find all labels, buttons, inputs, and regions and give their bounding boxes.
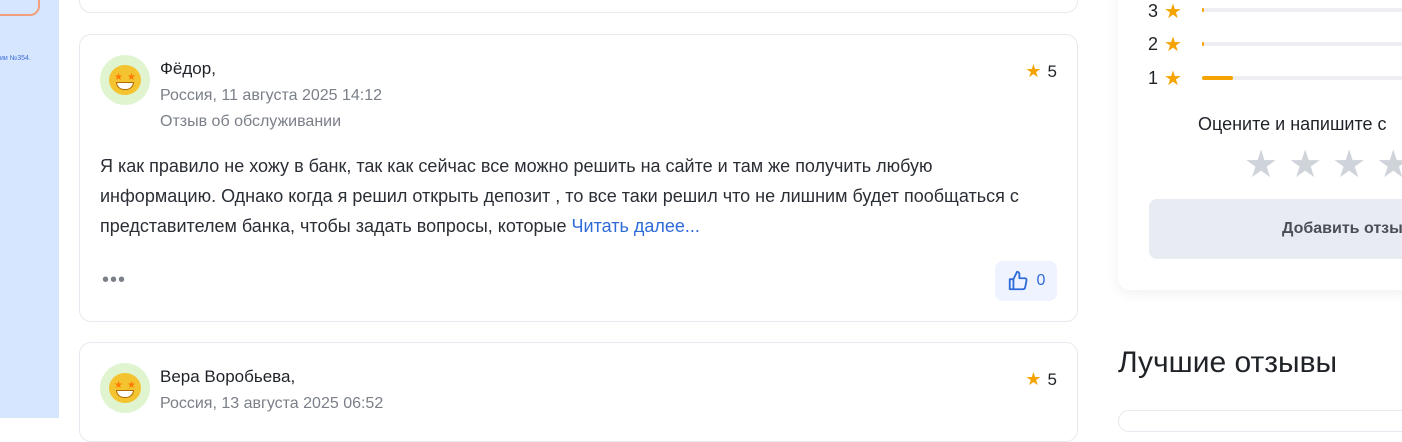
- left-strip-text: ии №354.: [0, 55, 31, 62]
- review-text: Я как правило не хожу в банк, так как се…: [100, 151, 1050, 241]
- rate-prompt: Оцените и напишите с: [1198, 114, 1387, 134]
- rating-bar-fill: [1202, 8, 1204, 12]
- rating-bar: [1202, 76, 1402, 80]
- left-strip: ии №354.: [0, 0, 59, 418]
- rate-star-3[interactable]: ★: [1332, 146, 1366, 184]
- rating-widget: 3 ★ 2 ★ 1 ★ Оцените и напишите с ★ ★ ★ ★…: [1118, 0, 1402, 290]
- star-icon: ★: [1025, 61, 1042, 81]
- rate-star-4[interactable]: ★: [1376, 146, 1402, 184]
- star-struck-emoji-icon: ★ ★: [109, 373, 141, 403]
- decorative-shape: [0, 0, 40, 16]
- like-button[interactable]: 0: [995, 261, 1057, 301]
- star-icon: ★: [1164, 0, 1182, 23]
- rate-stars: ★ ★ ★ ★: [1244, 146, 1402, 184]
- rating-bar-fill: [1202, 42, 1204, 46]
- rating-row-label: 3: [1148, 0, 1159, 21]
- avatar: ★ ★: [100, 55, 150, 105]
- avatar: ★ ★: [100, 363, 150, 413]
- rate-star-1[interactable]: ★: [1244, 146, 1278, 184]
- read-more-link[interactable]: Читать далее...: [572, 216, 700, 236]
- rating-row-label: 1: [1148, 67, 1159, 88]
- rating-row-label: 2: [1148, 33, 1159, 54]
- star-icon: ★: [1164, 33, 1182, 56]
- thumb-up-icon: [1008, 270, 1028, 291]
- reviewer-name[interactable]: Фёдор,: [160, 59, 216, 79]
- rating-bar: [1202, 42, 1402, 46]
- review-rating: ★ 5: [1025, 369, 1057, 390]
- rating-bar: [1202, 8, 1402, 12]
- rating-row-3: 3 ★: [1148, 0, 1182, 23]
- rating-bar-fill: [1202, 76, 1233, 80]
- more-dots-icon[interactable]: •••: [102, 270, 126, 290]
- rating-row-2: 2 ★: [1148, 33, 1182, 56]
- review-card: ★ ★ Фёдор, Россия, 11 августа 2025 14:12 …: [79, 34, 1078, 322]
- rate-star-2[interactable]: ★: [1288, 146, 1322, 184]
- star-icon: ★: [1164, 67, 1182, 90]
- best-review-card: [1118, 410, 1402, 432]
- reviewer-name[interactable]: Вера Воробьева,: [160, 367, 295, 387]
- review-card: ★ ★ Вера Воробьева, Россия, 13 августа 20…: [79, 342, 1078, 442]
- star-icon: ★: [1025, 369, 1042, 389]
- rating-value: 5: [1047, 369, 1057, 389]
- review-type: Отзыв об обслуживании: [160, 113, 342, 130]
- review-text-content: Я как правило не хожу в банк, так как се…: [100, 156, 1019, 236]
- rating-row-1: 1 ★: [1148, 67, 1182, 90]
- best-reviews-title: Лучшие отзывы: [1118, 346, 1338, 379]
- review-rating: ★ 5: [1025, 61, 1057, 82]
- review-card-previous: [79, 0, 1078, 13]
- review-meta: Россия, 13 августа 2025 06:52: [160, 395, 384, 412]
- add-review-button[interactable]: Добавить отзы: [1149, 199, 1402, 259]
- star-struck-emoji-icon: ★ ★: [109, 65, 141, 95]
- review-meta: Россия, 11 августа 2025 14:12: [160, 87, 383, 104]
- like-count: 0: [1036, 272, 1046, 289]
- rating-value: 5: [1047, 61, 1057, 81]
